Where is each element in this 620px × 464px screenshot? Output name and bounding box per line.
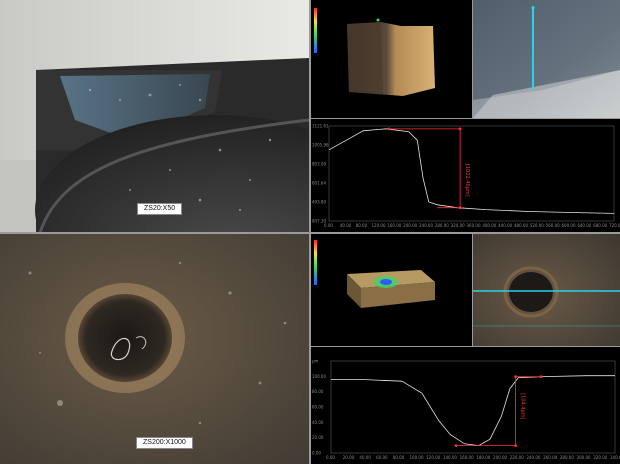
x-tick-label: 140.00 [443, 455, 457, 460]
optical-scan-bottom [473, 234, 620, 346]
y-tick-label: 40.00 [312, 420, 324, 425]
x-tick-label: 200.00 [493, 455, 507, 460]
x-tick-label: 80.00 [393, 455, 405, 460]
x-tick-label: 440.00 [498, 223, 512, 228]
measure-point [458, 206, 462, 210]
y-tick-label: 493.80 [312, 200, 326, 205]
crater-image [0, 233, 309, 464]
micrograph-x50: ZS20:X50 [0, 0, 309, 233]
magnification-label: ZS20:X50 [137, 203, 183, 215]
profile-plot: 1121.611005.96803.09601.64493.80847.300.… [311, 119, 620, 232]
x-tick-label: 560.00 [546, 223, 560, 228]
x-tick-label: 240.00 [419, 223, 433, 228]
x-tick-label: 600.00 [562, 223, 576, 228]
measure-point [458, 127, 462, 131]
x-tick-label: 120.00 [426, 455, 440, 460]
micrograph-x1000: ZS200:X1000 [0, 233, 309, 464]
profile-chart-top: 1121.61 1005.96 803.09 601.64 493.80 847.30 0.… [311, 119, 620, 232]
height-map-render [311, 0, 472, 118]
x-tick-label: 280.00 [435, 223, 449, 228]
y-tick-label: 803.09 [312, 162, 326, 167]
y-tick-label: μm [312, 359, 319, 364]
y-tick-label: 1121.61 [312, 124, 329, 129]
x-tick-label: 320.00 [593, 455, 607, 460]
measure-label: [104.4μm] [519, 393, 525, 419]
x-tick-label: 220.00 [510, 455, 524, 460]
x-tick-label: 720.00 [609, 223, 620, 228]
optical-image [473, 234, 620, 346]
profile-plot: μm 100.00 80.00 60.00 40.00 20.00 0.00 0.00 20.0… [311, 347, 620, 464]
y-tick-label: 60.00 [312, 405, 324, 410]
x-tick-label: 340.00 [610, 455, 620, 460]
x-tick-label: 60.00 [376, 455, 388, 460]
x-tick-label: 240.00 [526, 455, 540, 460]
y-tick-label: 0.00 [312, 451, 321, 456]
x-tick-label: 360.00 [467, 223, 481, 228]
x-tick-label: 320.00 [451, 223, 465, 228]
x-tick-label: 40.00 [359, 455, 371, 460]
x-tick-label: 160.00 [387, 223, 401, 228]
y-tick-label: 80.00 [312, 389, 324, 394]
measure-point [454, 444, 458, 448]
height-map-3d-bottom [311, 234, 472, 346]
x-tick-label: 80.00 [356, 223, 368, 228]
optical-image [473, 0, 620, 118]
x-tick-label: 480.00 [514, 223, 528, 228]
x-tick-label: 40.00 [340, 223, 352, 228]
measure-point [514, 375, 517, 379]
x-tick-label: 260.00 [543, 455, 557, 460]
x-tick-label: 520.00 [530, 223, 544, 228]
measure-point [514, 444, 517, 448]
x-tick-label: 200.00 [403, 223, 417, 228]
height-map-render [311, 234, 472, 346]
x-tick-label: 640.00 [577, 223, 591, 228]
x-tick-label: 180.00 [476, 455, 490, 460]
height-map-3d-top [311, 0, 472, 118]
y-tick-label: 20.00 [312, 435, 324, 440]
profile-chart-bottom: μm 100.00 80.00 60.00 40.00 20.00 0.00 0.00 20.0… [311, 347, 620, 464]
x-tick-label: 400.00 [482, 223, 496, 228]
x-tick-label: 120.00 [372, 223, 386, 228]
x-tick-label: 100.00 [410, 455, 424, 460]
x-tick-label: 680.00 [593, 223, 607, 228]
measure-point [539, 375, 543, 379]
color-scale-bar [314, 240, 317, 285]
x-tick-label: 0.00 [324, 223, 333, 228]
magnification-label: ZS200:X1000 [136, 437, 193, 449]
x-tick-label: 300.00 [577, 455, 591, 460]
x-tick-label: 0.00 [326, 455, 335, 460]
y-tick-label: 1005.96 [312, 143, 329, 148]
optical-scan-top [473, 0, 620, 118]
color-scale-bar [314, 8, 317, 53]
x-tick-label: 280.00 [560, 455, 574, 460]
y-tick-label: 601.64 [312, 181, 326, 186]
x-tick-label: 160.00 [460, 455, 474, 460]
measure-label: [1022.40μm] [464, 164, 470, 197]
measure-point [387, 127, 391, 131]
y-tick-label: 100.00 [312, 374, 326, 379]
x-tick-label: 20.00 [343, 455, 355, 460]
tool-edge-image [0, 0, 309, 233]
